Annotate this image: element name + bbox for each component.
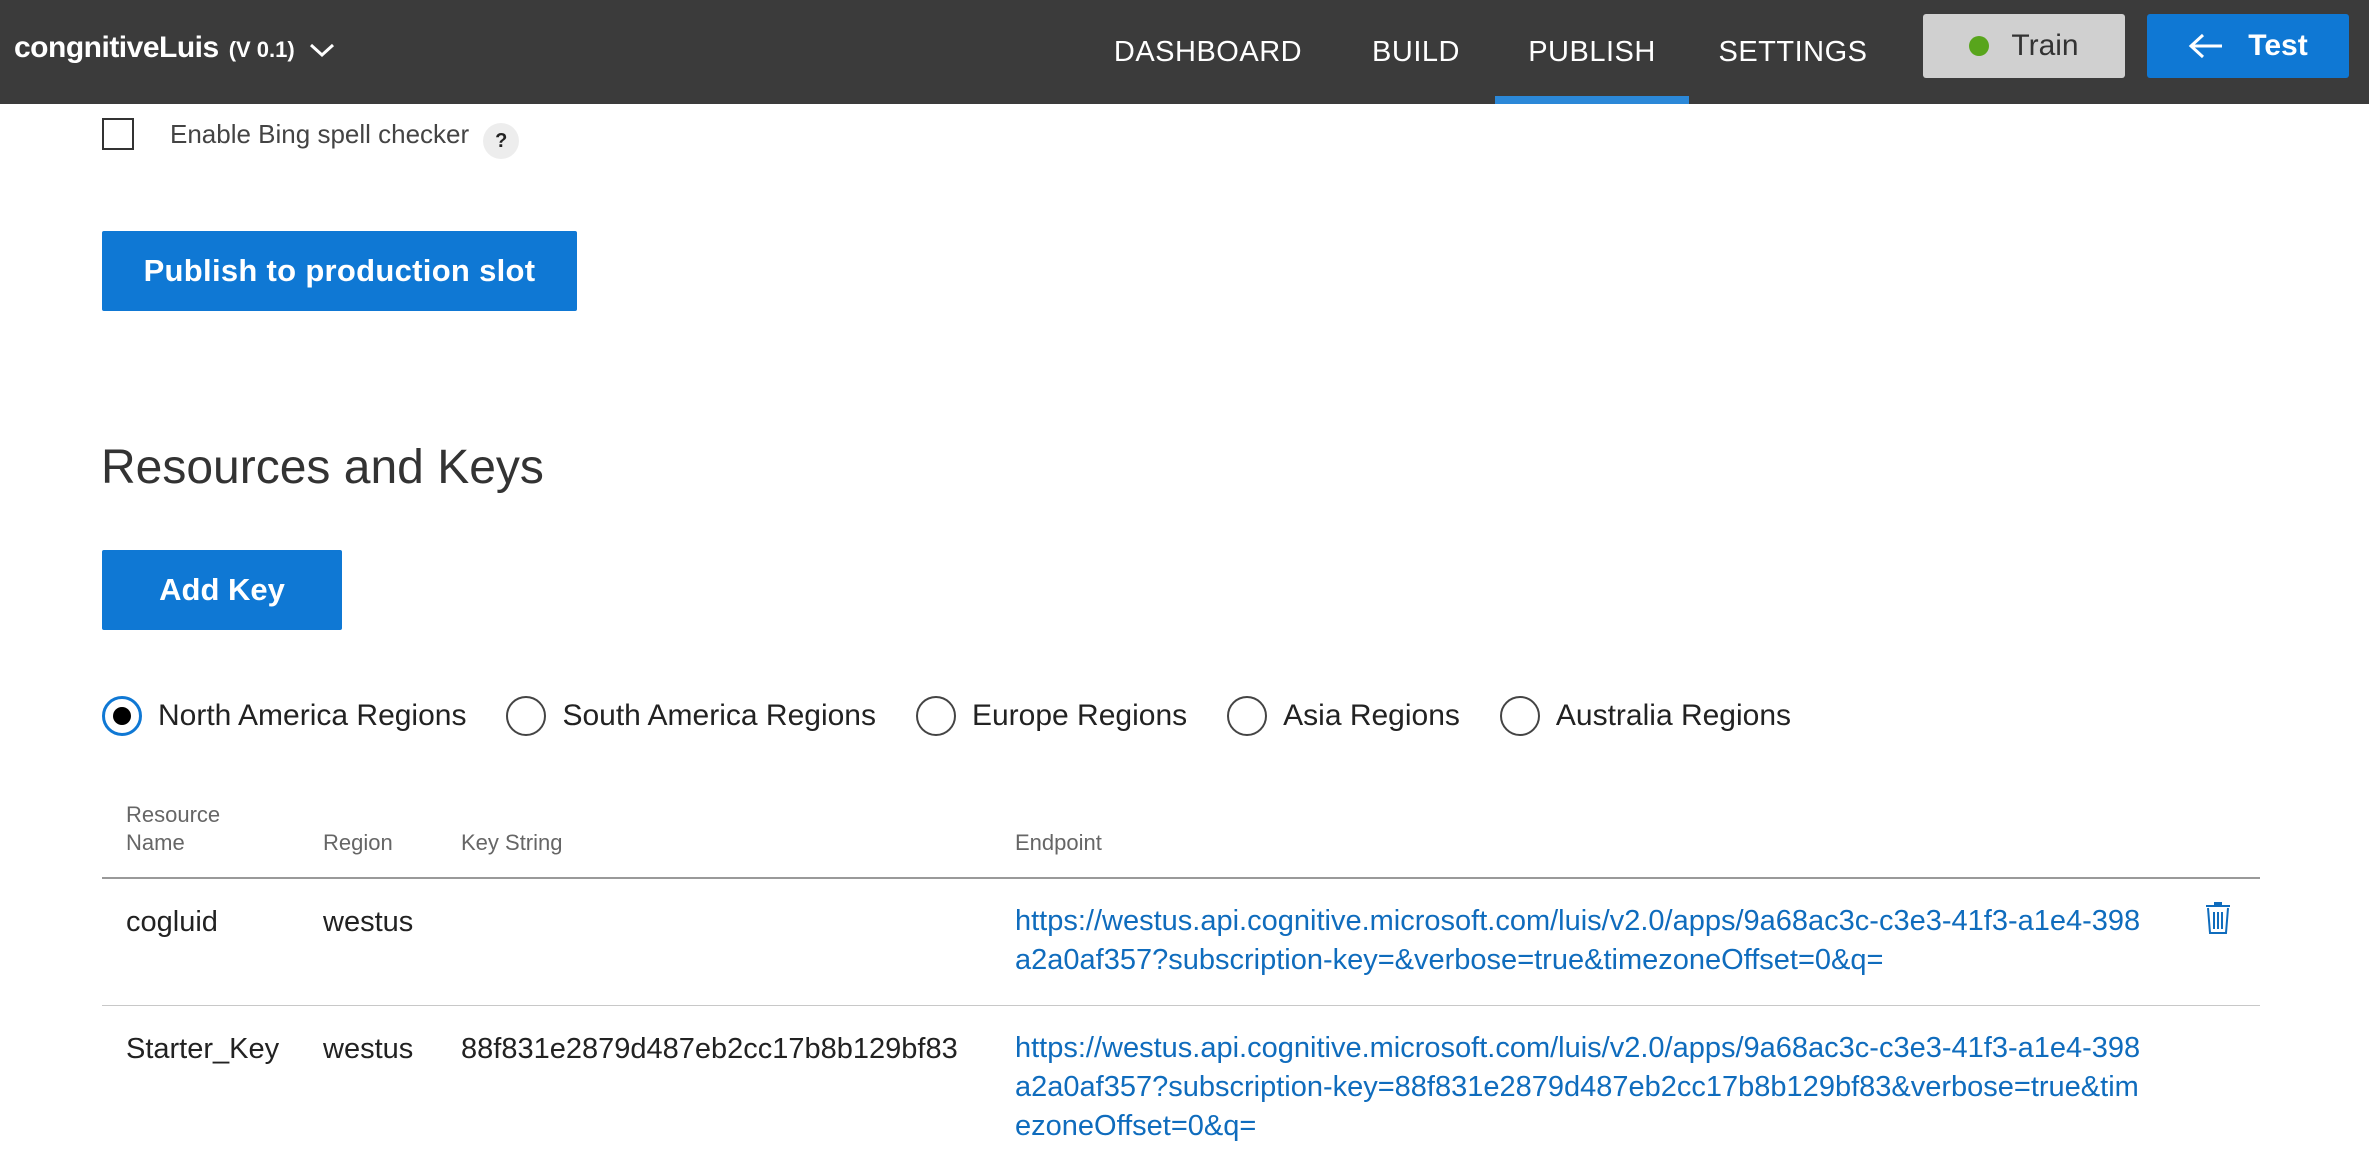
- radio-label: North America Regions: [158, 699, 467, 732]
- app-selector[interactable]: congnitiveLuis (V 0.1): [14, 28, 335, 68]
- nav-build[interactable]: BUILD: [1358, 0, 1474, 104]
- radio-label: South America Regions: [562, 699, 876, 732]
- endpoint-link[interactable]: https://westus.api.cognitive.microsoft.c…: [1015, 1029, 2145, 1146]
- column-header-endpoint: Endpoint: [1015, 830, 1102, 855]
- resource-region: westus: [323, 906, 414, 938]
- add-key-button[interactable]: Add Key: [102, 550, 342, 630]
- radio-north-america[interactable]: North America Regions: [102, 696, 466, 736]
- test-button[interactable]: Test: [2147, 14, 2349, 78]
- column-header-region: Region: [323, 830, 393, 855]
- spell-checker-row: Enable Bing spell checker ?: [102, 112, 520, 159]
- arrow-left-icon: [2188, 32, 2224, 60]
- radio-south-america[interactable]: South America Regions: [506, 696, 876, 736]
- radio-label: Asia Regions: [1283, 699, 1460, 732]
- train-status-icon: [1969, 36, 1990, 56]
- table-header: Resource Name Region Key String Endpoint: [102, 795, 2260, 879]
- nav-dashboard[interactable]: DASHBOARD: [1103, 0, 1313, 104]
- resource-name: Starter_Key: [126, 1033, 280, 1065]
- train-button-label: Train: [2011, 29, 2079, 62]
- endpoint-link[interactable]: https://westus.api.cognitive.microsoft.c…: [1015, 902, 2145, 980]
- table-row: cogluid westus https://westus.api.cognit…: [102, 880, 2260, 1006]
- app-version: (V 0.1): [228, 37, 295, 62]
- resource-name: cogluid: [126, 906, 218, 938]
- publish-production-button[interactable]: Publish to production slot: [102, 231, 577, 311]
- column-header-key-string: Key String: [461, 830, 563, 855]
- radio-australia[interactable]: Australia Regions: [1499, 696, 1792, 736]
- radio-unchecked-icon: [1227, 696, 1268, 736]
- chevron-down-icon: [309, 42, 335, 58]
- page-title: Resources and Keys: [101, 441, 544, 494]
- train-button[interactable]: Train: [1923, 14, 2125, 78]
- radio-label: Europe Regions: [971, 699, 1188, 732]
- nav-publish[interactable]: PUBLISH: [1495, 0, 1689, 104]
- spell-checker-checkbox[interactable]: [102, 118, 134, 150]
- spell-checker-label: Enable Bing spell checker: [170, 118, 470, 149]
- help-icon[interactable]: ?: [483, 123, 520, 159]
- nav-settings[interactable]: SETTINGS: [1718, 0, 1868, 104]
- test-button-label: Test: [2248, 29, 2308, 62]
- region-selector: North America Regions South America Regi…: [102, 695, 1831, 737]
- radio-unchecked-icon: [915, 696, 956, 736]
- top-bar: congnitiveLuis (V 0.1) DASHBOARD BUILD P…: [0, 0, 2369, 104]
- radio-europe[interactable]: Europe Regions: [915, 696, 1188, 736]
- radio-asia[interactable]: Asia Regions: [1227, 696, 1460, 736]
- radio-unchecked-icon: [506, 696, 547, 736]
- resource-key: 88f831e2879d487eb2cc17b8b129bf83: [461, 1033, 958, 1065]
- resource-region: westus: [323, 1033, 414, 1065]
- trash-icon[interactable]: [2205, 902, 2231, 939]
- radio-unchecked-icon: [1499, 696, 1540, 736]
- column-header-resource-name: Resource Name: [126, 802, 221, 855]
- app-name: congnitiveLuis: [14, 31, 219, 64]
- radio-checked-icon: [102, 696, 142, 736]
- table-row: Starter_Key westus 88f831e2879d487eb2cc1…: [102, 1007, 2260, 1167]
- radio-label: Australia Regions: [1555, 699, 1792, 732]
